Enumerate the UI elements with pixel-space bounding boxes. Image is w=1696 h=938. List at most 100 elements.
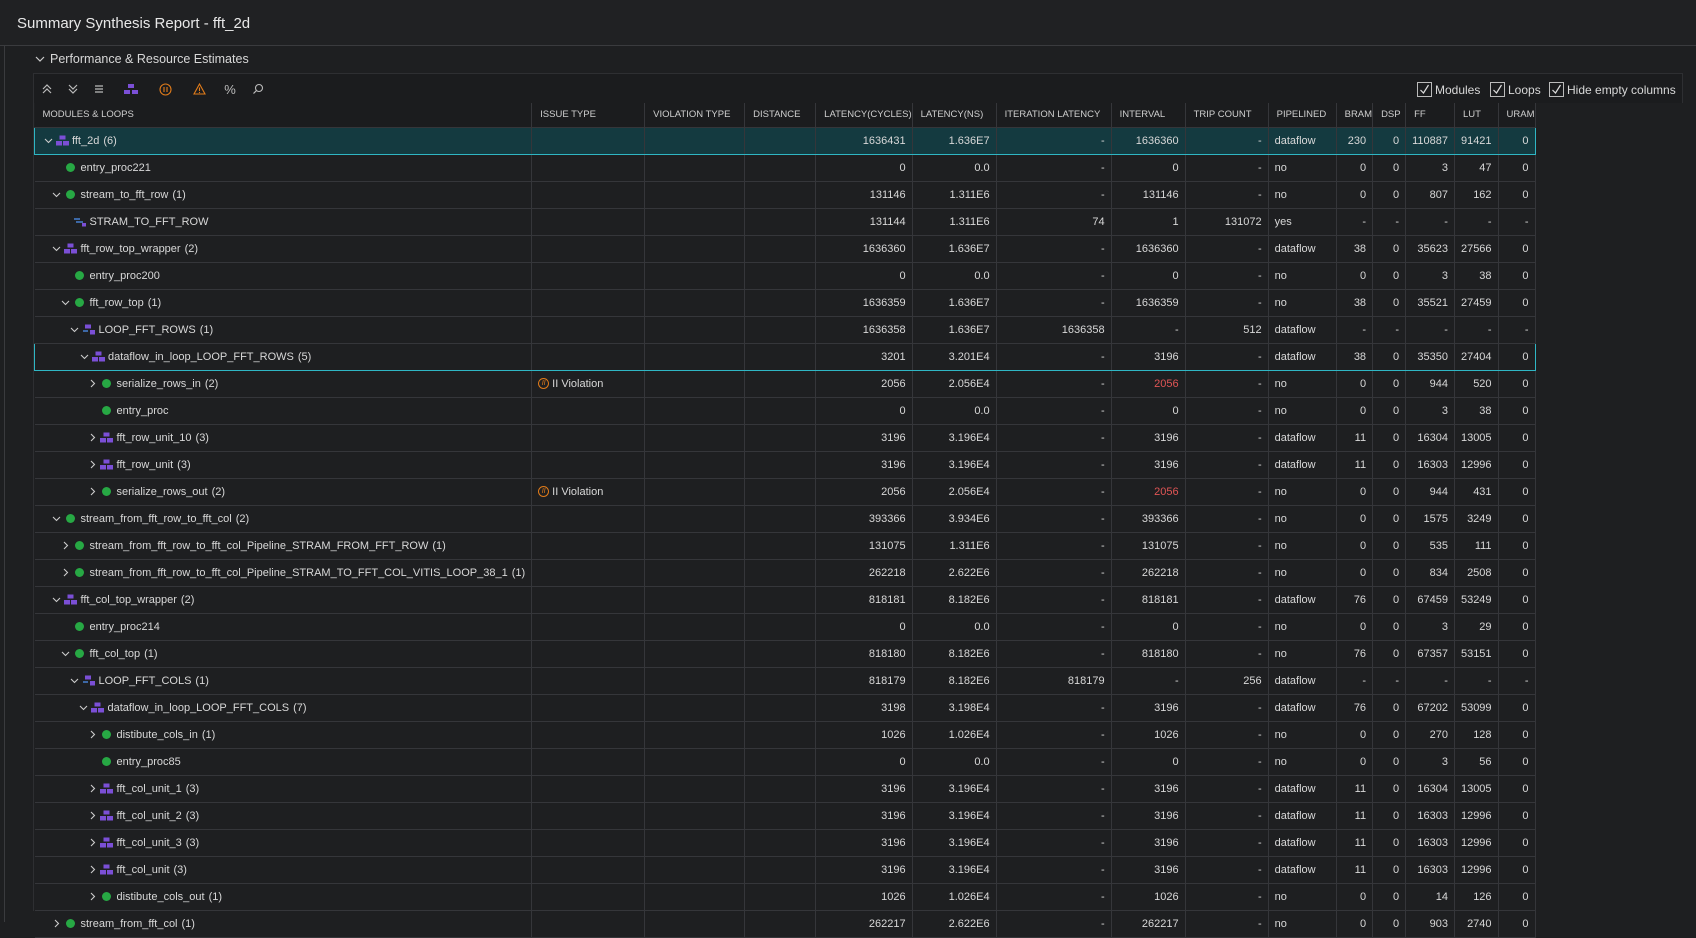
column-header[interactable]: PIPELINED	[1268, 103, 1337, 128]
table-row[interactable]: fft_col_unit_2 (3) 3196 3.196E4-3196- datafl…	[34, 802, 1536, 830]
collapse-all-icon[interactable]	[38, 80, 56, 98]
table-row[interactable]: entry_proc214 0 0.0-0- no 0 0 3 29 0	[34, 613, 1536, 641]
module-name-cell[interactable]: fft_row_unit (3)	[34, 451, 533, 479]
column-header[interactable]: DISTANCE	[744, 103, 817, 128]
table-row[interactable]: fft_row_top_wrapper (2) 1636360 1.636E7-163…	[34, 235, 1536, 263]
table-row[interactable]: entry_proc 0 0.0-0- no 0 0 3 38 0	[34, 397, 1536, 425]
table-row[interactable]: fft_row_unit_10 (3) 3196 3.196E4-3196- dataf…	[34, 424, 1536, 452]
chevron-right-icon[interactable]	[88, 865, 98, 875]
chevron-down-icon[interactable]	[34, 53, 46, 65]
table-row[interactable]: fft_row_top (1) 1636359 1.636E7-1636359- no 3…	[34, 289, 1536, 317]
list-icon[interactable]	[90, 80, 108, 98]
table-row[interactable]: stream_from_fft_row_to_fft_col_Pipeline_…	[34, 532, 1536, 560]
chevron-down-icon[interactable]	[79, 703, 89, 713]
module-name-cell[interactable]: stream_from_fft_row_to_fft_col_Pipeline_…	[34, 559, 533, 587]
module-name-cell[interactable]: fft_col_top_wrapper (2)	[34, 586, 533, 614]
module-name-cell[interactable]: STRAM_TO_FFT_ROW	[34, 208, 533, 236]
table-row[interactable]: serialize_rows_in (2) II II Violation 2056 2.…	[34, 370, 1536, 398]
column-header[interactable]: URAM	[1498, 103, 1536, 128]
search-icon[interactable]	[249, 80, 267, 98]
table-row[interactable]: stream_from_fft_row_to_fft_col (2) 393366 3…	[34, 505, 1536, 533]
module-name-cell[interactable]: entry_proc214	[34, 613, 533, 641]
module-name-cell[interactable]: stream_from_fft_row_to_fft_col_Pipeline_…	[34, 532, 533, 560]
table-row[interactable]: fft_col_unit_3 (3) 3196 3.196E4-3196- datafl…	[34, 829, 1536, 857]
expand-all-icon[interactable]	[64, 80, 82, 98]
module-name-cell[interactable]: LOOP_FFT_ROWS (1)	[34, 316, 533, 344]
module-name-cell[interactable]: serialize_rows_in (2)	[34, 370, 533, 398]
module-name-cell[interactable]: serialize_rows_out (2)	[34, 478, 533, 506]
column-header[interactable]: ISSUE TYPE	[531, 103, 646, 128]
section-header[interactable]: Performance & Resource Estimates	[34, 51, 249, 67]
column-header[interactable]: TRIP COUNT	[1185, 103, 1269, 128]
module-name-cell[interactable]: stream_to_fft_row (1)	[34, 181, 533, 209]
table-row[interactable]: dataflow_in_loop_LOOP_FFT_COLS (7) 3198 3.1…	[34, 694, 1536, 722]
module-name-cell[interactable]: LOOP_FFT_COLS (1)	[34, 667, 533, 695]
chevron-down-icon[interactable]	[70, 676, 80, 686]
table-row[interactable]: LOOP_FFT_ROWS (1) 1636358 1.636E7 1636358-51…	[34, 316, 1536, 344]
module-name-cell[interactable]: fft_row_top_wrapper (2)	[34, 235, 533, 263]
table-row[interactable]: STRAM_TO_FFT_ROW 131144 1.311E6 74 1 131072 ye…	[34, 208, 1536, 236]
percent-icon[interactable]: %	[221, 80, 239, 98]
module-name-cell[interactable]: fft_col_unit_3 (3)	[34, 829, 533, 857]
module-name-cell[interactable]: entry_proc85	[34, 748, 533, 776]
chevron-right-icon[interactable]	[88, 379, 98, 389]
loops-checkbox[interactable]: Loops	[1490, 81, 1541, 98]
checkbox-checked-icon[interactable]	[1490, 82, 1505, 97]
table-row[interactable]: fft_col_unit (3) 3196 3.196E4-3196- dataflow…	[34, 856, 1536, 884]
chevron-right-icon[interactable]	[88, 784, 98, 794]
chevron-right-icon[interactable]	[52, 919, 62, 929]
chevron-down-icon[interactable]	[43, 136, 53, 146]
module-name-cell[interactable]: fft_col_unit (3)	[34, 856, 533, 884]
table-row[interactable]: stream_from_fft_row_to_fft_col_Pipeline_…	[34, 559, 1536, 587]
column-header[interactable]: INTERVAL	[1111, 103, 1186, 128]
chevron-right-icon[interactable]	[88, 730, 98, 740]
chevron-right-icon[interactable]	[61, 541, 71, 551]
table-row[interactable]: distibute_cols_out (1) 1026 1.026E4-1026- no…	[34, 883, 1536, 911]
module-name-cell[interactable]: fft_col_top (1)	[34, 640, 533, 668]
column-header[interactable]: VIOLATION TYPE	[644, 103, 746, 128]
ii-violation-filter-icon[interactable]	[156, 80, 174, 98]
column-header[interactable]: BRAM	[1336, 103, 1374, 128]
table-row[interactable]: fft_col_top (1) 818180 8.182E6-818180- no 76 0…	[34, 640, 1536, 668]
table-row[interactable]: stream_from_fft_col (1) 262217 2.622E6-2622…	[34, 910, 1536, 938]
module-name-cell[interactable]: stream_from_fft_row_to_fft_col (2)	[34, 505, 533, 533]
module-name-cell[interactable]: distibute_cols_out (1)	[34, 883, 533, 911]
module-name-cell[interactable]: dataflow_in_loop_LOOP_FFT_ROWS (5)	[33, 342, 533, 371]
chevron-right-icon[interactable]	[88, 487, 98, 497]
chevron-down-icon[interactable]	[52, 595, 62, 605]
column-header[interactable]: LUT	[1454, 103, 1499, 128]
module-name-cell[interactable]: fft_col_unit_2 (3)	[34, 802, 533, 830]
chevron-right-icon[interactable]	[88, 811, 98, 821]
column-header[interactable]: MODULES & LOOPS	[34, 103, 533, 128]
chevron-down-icon[interactable]	[61, 298, 71, 308]
table-row[interactable]: LOOP_FFT_COLS (1) 818179 8.182E6 818179-256 d…	[34, 667, 1536, 695]
chevron-down-icon[interactable]	[61, 649, 71, 659]
warning-filter-icon[interactable]	[190, 80, 208, 98]
table-row[interactable]: fft_col_unit_1 (3) 3196 3.196E4-3196- datafl…	[34, 775, 1536, 803]
module-hierarchy-icon[interactable]	[122, 80, 140, 98]
table-row[interactable]: entry_proc85 0 0.0-0- no 0 0 3 56 0	[34, 748, 1536, 776]
module-name-cell[interactable]: fft_col_unit_1 (3)	[34, 775, 533, 803]
chevron-right-icon[interactable]	[88, 433, 98, 443]
module-name-cell[interactable]: distibute_cols_in (1)	[34, 721, 533, 749]
module-name-cell[interactable]: entry_proc200	[34, 262, 533, 290]
chevron-down-icon[interactable]	[70, 325, 80, 335]
table-row[interactable]: fft_2d (6) 1636431 1.636E7-1636360- dataflow…	[33, 126, 1536, 155]
column-header[interactable]: LATENCY(CYCLES)	[815, 103, 913, 128]
chevron-down-icon[interactable]	[79, 352, 89, 362]
module-name-cell[interactable]: fft_2d (6)	[33, 126, 533, 155]
table-row[interactable]: distibute_cols_in (1) 1026 1.026E4-1026- no 0…	[34, 721, 1536, 749]
chevron-right-icon[interactable]	[61, 568, 71, 578]
checkbox-checked-icon[interactable]	[1417, 82, 1432, 97]
table-row[interactable]: entry_proc200 0 0.0-0- no 0 0 3 38 0	[34, 262, 1536, 290]
chevron-down-icon[interactable]	[52, 244, 62, 254]
table-row[interactable]: fft_col_top_wrapper (2) 818181 8.182E6-8181…	[34, 586, 1536, 614]
table-row[interactable]: entry_proc221 0 0.0-0- no 0 0 3 47 0	[34, 154, 1536, 182]
hide-empty-columns-checkbox[interactable]: Hide empty columns	[1549, 81, 1676, 98]
column-header[interactable]: DSP	[1372, 103, 1407, 128]
module-name-cell[interactable]: stream_from_fft_col (1)	[34, 910, 533, 938]
table-row[interactable]: serialize_rows_out (2) II II Violation 2056 2…	[34, 478, 1536, 506]
chevron-right-icon[interactable]	[88, 892, 98, 902]
module-name-cell[interactable]: entry_proc	[34, 397, 533, 425]
modules-checkbox[interactable]: Modules	[1417, 81, 1480, 98]
